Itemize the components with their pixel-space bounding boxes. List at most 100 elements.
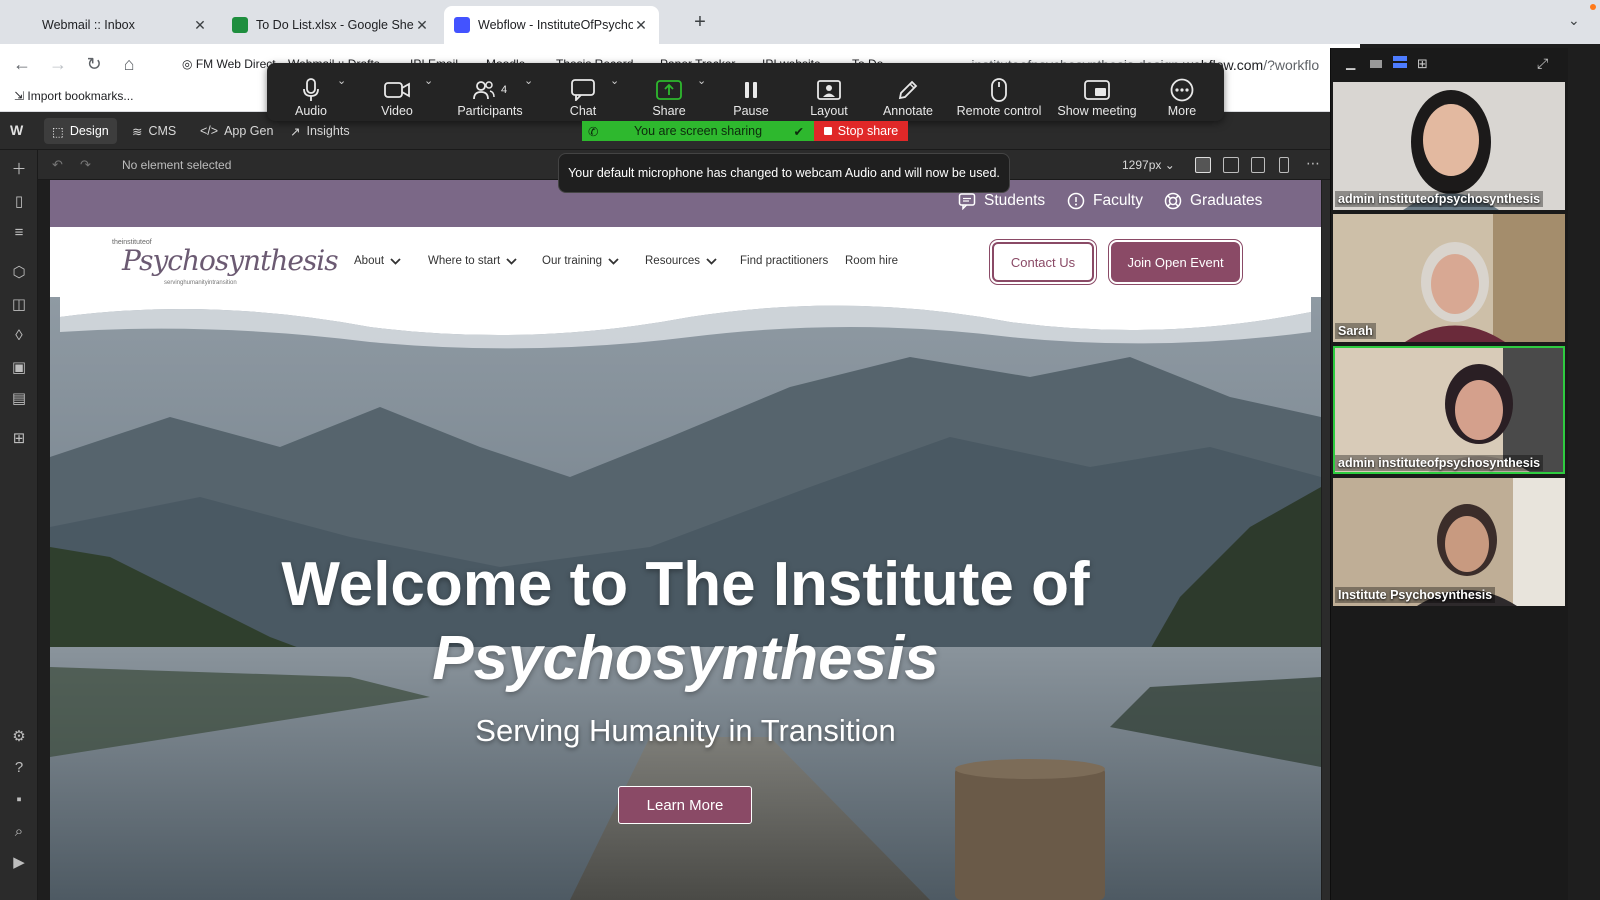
audio-button[interactable]: Audio — [291, 66, 331, 118]
apps-icon[interactable]: ⊞ — [10, 430, 28, 448]
webflow-logo-icon[interactable]: W — [10, 122, 23, 138]
join-open-event-button[interactable]: Join Open Event — [1108, 239, 1243, 285]
undo-icon[interactable]: ↶ — [52, 157, 63, 173]
participant-video-tile[interactable]: admin instituteofpsychosynthesis — [1333, 82, 1565, 210]
video-options-chevron-icon[interactable]: ⌄ — [424, 74, 433, 87]
search-icon[interactable]: ⌕ — [10, 823, 28, 841]
chat-button[interactable]: Chat — [565, 66, 601, 118]
settings-gear-icon[interactable]: ⚙ — [10, 728, 28, 746]
mic-icon — [303, 78, 319, 101]
nav-resources[interactable]: Resources — [645, 255, 717, 267]
nav-room-hire[interactable]: Room hire — [845, 255, 898, 267]
close-tab-icon[interactable]: ✕ — [633, 17, 649, 34]
navigator-icon[interactable]: ≡ — [10, 224, 28, 242]
audit-icon[interactable]: ▪ — [10, 791, 28, 809]
hero-title: Welcome to The Institute of Psychosynthe… — [50, 548, 1321, 696]
participant-video-tile[interactable]: Sarah — [1333, 214, 1565, 342]
chevron-down-icon: ⌄ — [1164, 158, 1175, 172]
tab-google-sheets[interactable]: To Do List.xlsx - Google Sheets ✕ — [222, 6, 440, 44]
site-logo[interactable]: theinstituteof Psychosynthesis servinghu… — [112, 236, 339, 292]
close-tab-icon[interactable]: ✕ — [414, 17, 430, 34]
share-button[interactable]: Share — [651, 66, 687, 118]
assets-icon[interactable]: ▣ — [10, 359, 28, 377]
pen-icon — [898, 80, 918, 100]
forward-arrow-icon[interactable]: → — [46, 52, 70, 76]
pause-button[interactable]: Pause — [733, 66, 769, 118]
annotate-button[interactable]: Annotate — [880, 66, 936, 118]
video-button[interactable]: Video — [377, 66, 417, 118]
import-bookmarks-link[interactable]: ⇲ Import bookmarks... — [14, 89, 133, 103]
strip-view-icon[interactable] — [1393, 56, 1407, 68]
reload-icon[interactable]: ↻ — [82, 52, 106, 76]
close-tab-icon[interactable]: ✕ — [192, 17, 208, 34]
participant-name: admin instituteofpsychosynthesis — [1335, 455, 1544, 471]
new-tab-button[interactable]: + — [688, 10, 712, 34]
webflow-favicon-icon — [454, 17, 470, 33]
desktop-breakpoint-icon[interactable] — [1195, 157, 1211, 173]
mobile-breakpoint-icon[interactable] — [1279, 157, 1289, 173]
contact-us-button[interactable]: Contact Us — [989, 239, 1097, 285]
tab-webflow[interactable]: Webflow - InstituteOfPsychosyn ✕ — [444, 6, 659, 44]
more-dots-icon[interactable]: ⋯ — [1306, 155, 1320, 172]
chevron-down-icon — [706, 257, 717, 265]
nav-where-to-start[interactable]: Where to start — [428, 255, 517, 267]
nav-about[interactable]: About — [354, 255, 401, 267]
graduates-link[interactable]: Graduates — [1164, 192, 1262, 210]
remote-control-button[interactable]: Remote control — [954, 66, 1044, 118]
tab-webmail-inbox[interactable]: Webmail :: Inbox ✕ — [8, 6, 218, 44]
breakpoint-width[interactable]: 1297px ⌄ — [1122, 158, 1175, 172]
more-button[interactable]: More — [1164, 66, 1200, 118]
cursor-icon: ⬚ — [52, 124, 64, 139]
back-arrow-icon[interactable]: ← — [10, 52, 34, 76]
nav-our-training[interactable]: Our training — [542, 255, 619, 267]
video-tutorial-icon[interactable]: ▶ — [10, 854, 28, 872]
styles-icon[interactable]: ◊ — [10, 327, 28, 345]
tab-app-gen[interactable]: </> App Gen — [192, 118, 281, 144]
tab-label: To Do List.xlsx - Google Sheets — [256, 18, 414, 32]
home-icon[interactable]: ⌂ — [117, 52, 141, 76]
tab-insights[interactable]: ↗ Insights — [282, 118, 358, 144]
landscape-breakpoint-icon[interactable] — [1251, 157, 1265, 173]
add-element-icon[interactable]: ＋ — [10, 161, 28, 179]
share-chevron-icon[interactable]: ⌄ — [697, 74, 706, 87]
variables-icon[interactable]: ◫ — [10, 296, 28, 314]
tab-design[interactable]: ⬚ Design — [44, 118, 117, 144]
redo-icon[interactable]: ↷ — [80, 157, 91, 173]
pause-icon — [745, 82, 757, 98]
tab-cms[interactable]: ≋ CMS — [124, 118, 184, 144]
minimize-icon[interactable]: ▁ — [1346, 56, 1358, 70]
chat-chevron-icon[interactable]: ⌄ — [610, 74, 619, 87]
audio-options-chevron-icon[interactable]: ⌄ — [337, 74, 346, 87]
pages-icon[interactable]: ▯ — [10, 193, 28, 211]
participant-video-tile[interactable]: Institute Psychosynthesis — [1333, 478, 1565, 606]
sheets-favicon-icon — [232, 17, 248, 33]
nav-find-practitioners[interactable]: Find practitioners — [740, 255, 828, 267]
webflow-left-toolbar — [0, 150, 38, 900]
gallery-view-icon[interactable]: ⊞ — [1417, 56, 1428, 72]
stop-share-button[interactable]: Stop share — [814, 121, 908, 141]
show-meeting-button[interactable]: Show meeting — [1055, 66, 1139, 118]
participants-chevron-icon[interactable]: ⌄ — [524, 74, 533, 87]
mouse-icon — [991, 78, 1007, 102]
logo-tagline: servinghumanityintransition — [164, 280, 237, 286]
help-icon[interactable]: ? — [10, 759, 28, 777]
expand-icon[interactable]: ⤢ — [1537, 55, 1548, 72]
tab-label: Webmail :: Inbox — [42, 18, 135, 32]
components-icon[interactable]: ⬡ — [10, 264, 28, 282]
participants-button[interactable]: 4 Participants — [456, 66, 524, 118]
tablet-breakpoint-icon[interactable] — [1223, 157, 1239, 173]
selection-status: No element selected — [122, 158, 232, 172]
layout-icon — [817, 80, 841, 100]
faculty-link[interactable]: Faculty — [1067, 192, 1143, 210]
single-view-icon[interactable] — [1370, 60, 1382, 68]
participant-video-tile-active-speaker[interactable]: admin instituteofpsychosynthesis — [1333, 346, 1565, 474]
cms-book-icon[interactable]: ▤ — [10, 390, 28, 408]
bookmark-fm-web-direct[interactable]: ◎ FM Web Direct — [182, 57, 276, 71]
participant-count: 4 — [500, 84, 508, 96]
learn-more-button[interactable]: Learn More — [618, 786, 752, 824]
participant-name: Institute Psychosynthesis — [1335, 587, 1496, 603]
camera-icon — [384, 82, 410, 98]
tab-search-chevron-icon[interactable]: ⌄ — [1568, 12, 1580, 29]
students-link[interactable]: Students — [958, 192, 1045, 210]
layout-button[interactable]: Layout — [809, 66, 849, 118]
